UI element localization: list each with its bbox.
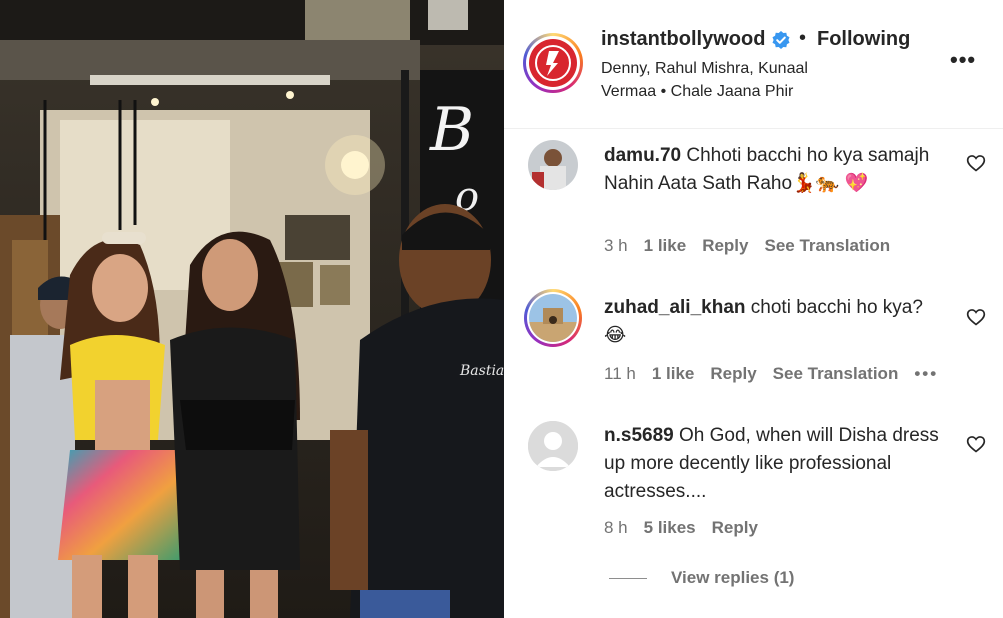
comment-username[interactable]: n.s5689	[604, 425, 674, 446]
comment-text: damu.70 Chhoti bacchi ho kya samajh Nahi…	[604, 142, 949, 198]
see-translation-button[interactable]: See Translation	[773, 364, 899, 383]
comment-meta: 11 h 1 like Reply See Translation •••	[604, 364, 954, 384]
heart-icon[interactable]	[966, 434, 986, 454]
audio-credits-line-2[interactable]: Vermaa • Chale Jaana Phir	[601, 79, 861, 105]
comment-meta: 8 h 5 likes Reply	[604, 518, 774, 538]
comment-likes[interactable]: 1 like	[652, 364, 695, 383]
logo-mark	[535, 45, 571, 81]
reply-button[interactable]: Reply	[702, 236, 748, 255]
reply-button[interactable]: Reply	[712, 518, 758, 537]
post-media[interactable]: B o Bastian	[0, 0, 504, 618]
header-separator: •	[799, 27, 807, 49]
see-translation-button[interactable]: See Translation	[764, 236, 890, 255]
comment-text: zuhad_ali_khan choti bacchi ho kya? 😂	[604, 294, 949, 350]
post-detail-panel: instantbollywood • Following Denny, Rahu…	[504, 0, 1003, 618]
commenter-avatar-image	[528, 140, 578, 190]
commenter-avatar[interactable]	[524, 289, 582, 347]
comment-meta: 3 h 1 like Reply See Translation	[604, 236, 906, 256]
author-avatar[interactable]	[523, 33, 583, 93]
default-avatar-icon	[528, 421, 578, 471]
comment-text: n.s5689 Oh God, when will Disha dress up…	[604, 422, 949, 506]
comment-likes[interactable]: 1 like	[644, 236, 687, 255]
more-options-icon[interactable]: •••	[950, 49, 978, 73]
view-replies-button[interactable]: View replies (1)	[609, 568, 794, 594]
comment-more-icon[interactable]: •••	[914, 364, 938, 383]
comment-username[interactable]: zuhad_ali_khan	[604, 297, 746, 318]
view-replies-label: View replies (1)	[671, 568, 795, 587]
heart-icon[interactable]	[966, 307, 986, 327]
comment-time[interactable]: 8 h	[604, 518, 628, 537]
svg-text:B: B	[429, 95, 474, 165]
commenter-avatar[interactable]	[528, 140, 578, 190]
comment-time[interactable]: 3 h	[604, 236, 628, 255]
replies-divider-line	[609, 578, 647, 580]
comment-likes[interactable]: 5 likes	[644, 518, 696, 537]
commenter-avatar[interactable]	[528, 421, 578, 471]
verified-badge-icon	[772, 31, 790, 49]
comment-username[interactable]: damu.70	[604, 145, 681, 166]
following-button[interactable]: Following	[817, 28, 910, 51]
commenter-avatar-image	[529, 294, 577, 342]
reply-button[interactable]: Reply	[710, 364, 756, 383]
post-header: instantbollywood • Following Denny, Rahu…	[504, 0, 1003, 129]
heart-icon[interactable]	[966, 153, 986, 173]
post-photo: B o Bastian	[0, 0, 504, 618]
instantbollywood-logo	[529, 39, 577, 87]
svg-text:Bastian: Bastian	[459, 363, 504, 379]
comment-time[interactable]: 11 h	[604, 364, 636, 383]
author-username[interactable]: instantbollywood	[601, 28, 765, 51]
